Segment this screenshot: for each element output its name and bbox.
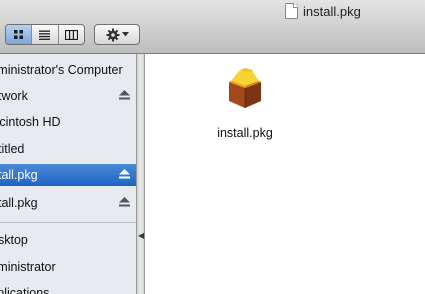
list-view-button[interactable]: [31, 25, 57, 44]
window-toolbar: install.pkg: [0, 0, 425, 54]
list-icon: [39, 30, 51, 40]
sidebar-item-desktop[interactable]: Desktop: [0, 229, 136, 251]
chevron-down-icon: [121, 32, 129, 37]
sidebar-item-label: install.pkg: [0, 196, 38, 210]
eject-icon[interactable]: [119, 90, 130, 100]
file-item[interactable]: install.pkg: [200, 64, 290, 140]
sidebar-item-label: Administrator: [0, 260, 56, 274]
eject-icon[interactable]: [119, 169, 130, 179]
sidebar-item-administrator[interactable]: Administrator: [0, 256, 136, 278]
sidebar-item-label: Network: [0, 89, 28, 103]
file-name: install.pkg: [217, 126, 273, 140]
sidebar-item-install-pkg[interactable]: install.pkg: [0, 192, 136, 214]
columns-icon: [64, 29, 78, 40]
sidebar-item-label: Macintosh HD: [0, 115, 61, 129]
icon-view-button[interactable]: [6, 25, 32, 44]
sidebar-item-computer[interactable]: Administrator's Computer: [0, 59, 136, 81]
action-menu-button[interactable]: [94, 24, 140, 45]
grid-icon: [14, 30, 24, 39]
view-mode-control: [5, 24, 85, 45]
file-browser-content: install.pkg: [145, 54, 425, 294]
sidebar-item-install-pkg-selected[interactable]: install.pkg: [0, 164, 136, 186]
splitter-grip-icon: ◀: [138, 231, 145, 240]
sidebar-item-applications[interactable]: Applications: [0, 282, 136, 294]
sidebar: Administrator's Computer Network Macinto…: [0, 54, 136, 294]
sidebar-item-label: Applications: [0, 286, 50, 294]
sidebar-item-untitled[interactable]: Untitled: [0, 138, 136, 160]
sidebar-item-macintosh-hd[interactable]: Macintosh HD: [0, 111, 136, 133]
sidebar-item-label: Administrator's Computer: [0, 63, 123, 77]
window-title: install.pkg: [285, 2, 361, 20]
column-view-button[interactable]: [57, 25, 84, 44]
sidebar-divider: [0, 222, 136, 223]
document-icon: [285, 3, 298, 19]
gear-icon: [106, 28, 119, 41]
sidebar-splitter[interactable]: ◀: [136, 54, 145, 294]
sidebar-item-network[interactable]: Network: [0, 85, 136, 107]
sidebar-item-label: Desktop: [0, 233, 28, 247]
window-title-text: install.pkg: [303, 3, 361, 19]
sidebar-item-label: install.pkg: [0, 168, 38, 182]
eject-icon[interactable]: [119, 197, 130, 207]
package-icon: [229, 68, 261, 108]
sidebar-item-label: Untitled: [0, 142, 25, 156]
